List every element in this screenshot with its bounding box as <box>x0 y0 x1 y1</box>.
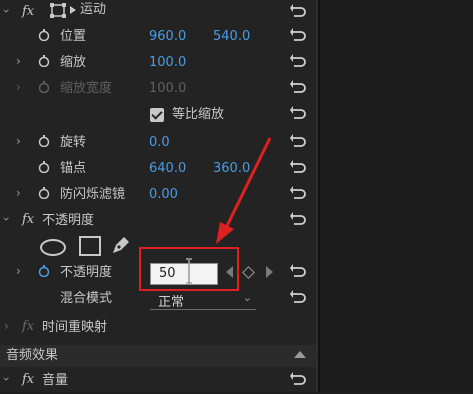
stopwatch-icon[interactable] <box>38 135 50 147</box>
scale-width-value: 100.0 <box>149 81 187 96</box>
scale-label: 缩放 <box>60 55 87 70</box>
expand-chevron-icon[interactable]: › <box>16 186 21 200</box>
anchor-x-value[interactable]: 640.0 <box>149 161 186 177</box>
scale-value[interactable]: 100.0 <box>149 55 186 71</box>
expand-chevron-icon[interactable]: › <box>16 54 21 68</box>
scale-width-label: 缩放宽度 <box>60 81 113 96</box>
reset-icon[interactable] <box>290 79 306 95</box>
reset-icon[interactable] <box>290 133 306 149</box>
ellipse-mask-icon[interactable] <box>40 239 66 256</box>
scale-width-row: › 缩放宽度 100.0 <box>0 76 318 102</box>
next-keyframe-icon[interactable] <box>266 266 273 278</box>
reset-icon[interactable] <box>290 371 306 387</box>
stopwatch-icon <box>38 81 50 93</box>
reset-icon[interactable] <box>290 263 306 279</box>
antiflicker-row: › 防闪烁滤镜 0.00 <box>0 182 318 208</box>
fx-toggle-icon[interactable]: fx <box>22 4 34 19</box>
reset-icon[interactable] <box>290 289 306 305</box>
fx-toggle-icon: fx <box>22 319 35 334</box>
chevron-down-icon: ⌄ <box>242 291 252 304</box>
scale-row: › 缩放 100.0 <box>0 50 318 76</box>
effect-controls-panel: › fx 运动 位置 960.0 540.0 › 缩放 100.0 › 缩放宽度… <box>0 0 318 392</box>
reset-icon[interactable] <box>290 105 306 121</box>
motion-title: 运动 <box>80 2 107 17</box>
uniform-scale-checkbox[interactable] <box>150 108 164 122</box>
position-y-value[interactable]: 540.0 <box>213 29 250 45</box>
anchor-row: 锚点 640.0 360.0 <box>0 156 318 182</box>
stopwatch-icon[interactable] <box>38 55 50 67</box>
uniform-scale-label: 等比缩放 <box>172 107 225 122</box>
anchor-label: 锚点 <box>60 161 87 176</box>
stopwatch-icon[interactable] <box>38 29 50 41</box>
reset-icon[interactable] <box>290 53 306 69</box>
reset-icon[interactable] <box>290 3 306 19</box>
blend-mode-select[interactable]: 正常 ⌄ <box>150 291 256 310</box>
fx-toggle-icon[interactable]: fx <box>22 212 34 227</box>
expand-chevron-icon[interactable]: › <box>4 319 9 333</box>
collapse-chevron-icon[interactable]: › <box>0 217 13 222</box>
fx-toggle-icon[interactable]: fx <box>22 372 34 387</box>
rectangle-mask-icon[interactable] <box>79 236 101 256</box>
audio-effects-section-header[interactable]: 音频效果 <box>0 345 318 367</box>
stopwatch-icon[interactable] <box>38 161 50 173</box>
rotation-row: › 旋转 0.0 <box>0 130 318 156</box>
uniform-scale-row: 等比缩放 <box>0 102 318 128</box>
reset-icon[interactable] <box>290 27 306 43</box>
anchor-y-value[interactable]: 360.0 <box>213 161 250 177</box>
stopwatch-icon[interactable] <box>38 187 50 199</box>
pen-mask-icon[interactable] <box>110 234 132 256</box>
antiflicker-label: 防闪烁滤镜 <box>60 187 126 202</box>
blend-mode-value: 正常 <box>158 295 185 310</box>
expand-chevron-icon[interactable]: › <box>16 134 21 148</box>
timeline-area <box>318 0 473 392</box>
collapse-chevron-icon[interactable]: › <box>0 9 13 14</box>
position-row: 位置 960.0 540.0 <box>0 24 318 50</box>
previous-keyframe-icon[interactable] <box>226 266 233 278</box>
blend-mode-label: 混合模式 <box>60 291 113 306</box>
opacity-header-row[interactable]: › fx 不透明度 <box>0 208 318 234</box>
volume-header-row[interactable]: › fx 音量 <box>0 368 318 394</box>
annotation-highlight-box <box>139 247 239 291</box>
triangle-right-icon <box>70 6 76 14</box>
position-x-value[interactable]: 960.0 <box>149 29 186 45</box>
transform-icon <box>50 3 66 18</box>
stopwatch-icon[interactable] <box>38 265 50 277</box>
expand-chevron-icon: › <box>16 80 21 94</box>
volume-title: 音量 <box>42 373 69 388</box>
reset-icon[interactable] <box>290 211 306 227</box>
expand-chevron-icon[interactable]: › <box>16 264 21 278</box>
motion-header-row[interactable]: › fx 运动 <box>0 0 318 26</box>
collapse-section-icon[interactable] <box>294 351 306 358</box>
position-label: 位置 <box>60 29 87 44</box>
reset-icon[interactable] <box>290 159 306 175</box>
rotation-value[interactable]: 0.0 <box>149 135 170 151</box>
opacity-title: 不透明度 <box>42 213 95 228</box>
antiflicker-value[interactable]: 0.00 <box>149 187 178 203</box>
collapse-chevron-icon[interactable]: › <box>0 377 13 382</box>
reset-icon[interactable] <box>290 185 306 201</box>
opacity-value-label: 不透明度 <box>60 265 113 280</box>
audio-section-title: 音频效果 <box>6 348 59 363</box>
time-remap-row[interactable]: › fx 时间重映射 <box>0 315 318 341</box>
rotation-label: 旋转 <box>60 135 87 150</box>
time-remap-title: 时间重映射 <box>42 320 108 335</box>
